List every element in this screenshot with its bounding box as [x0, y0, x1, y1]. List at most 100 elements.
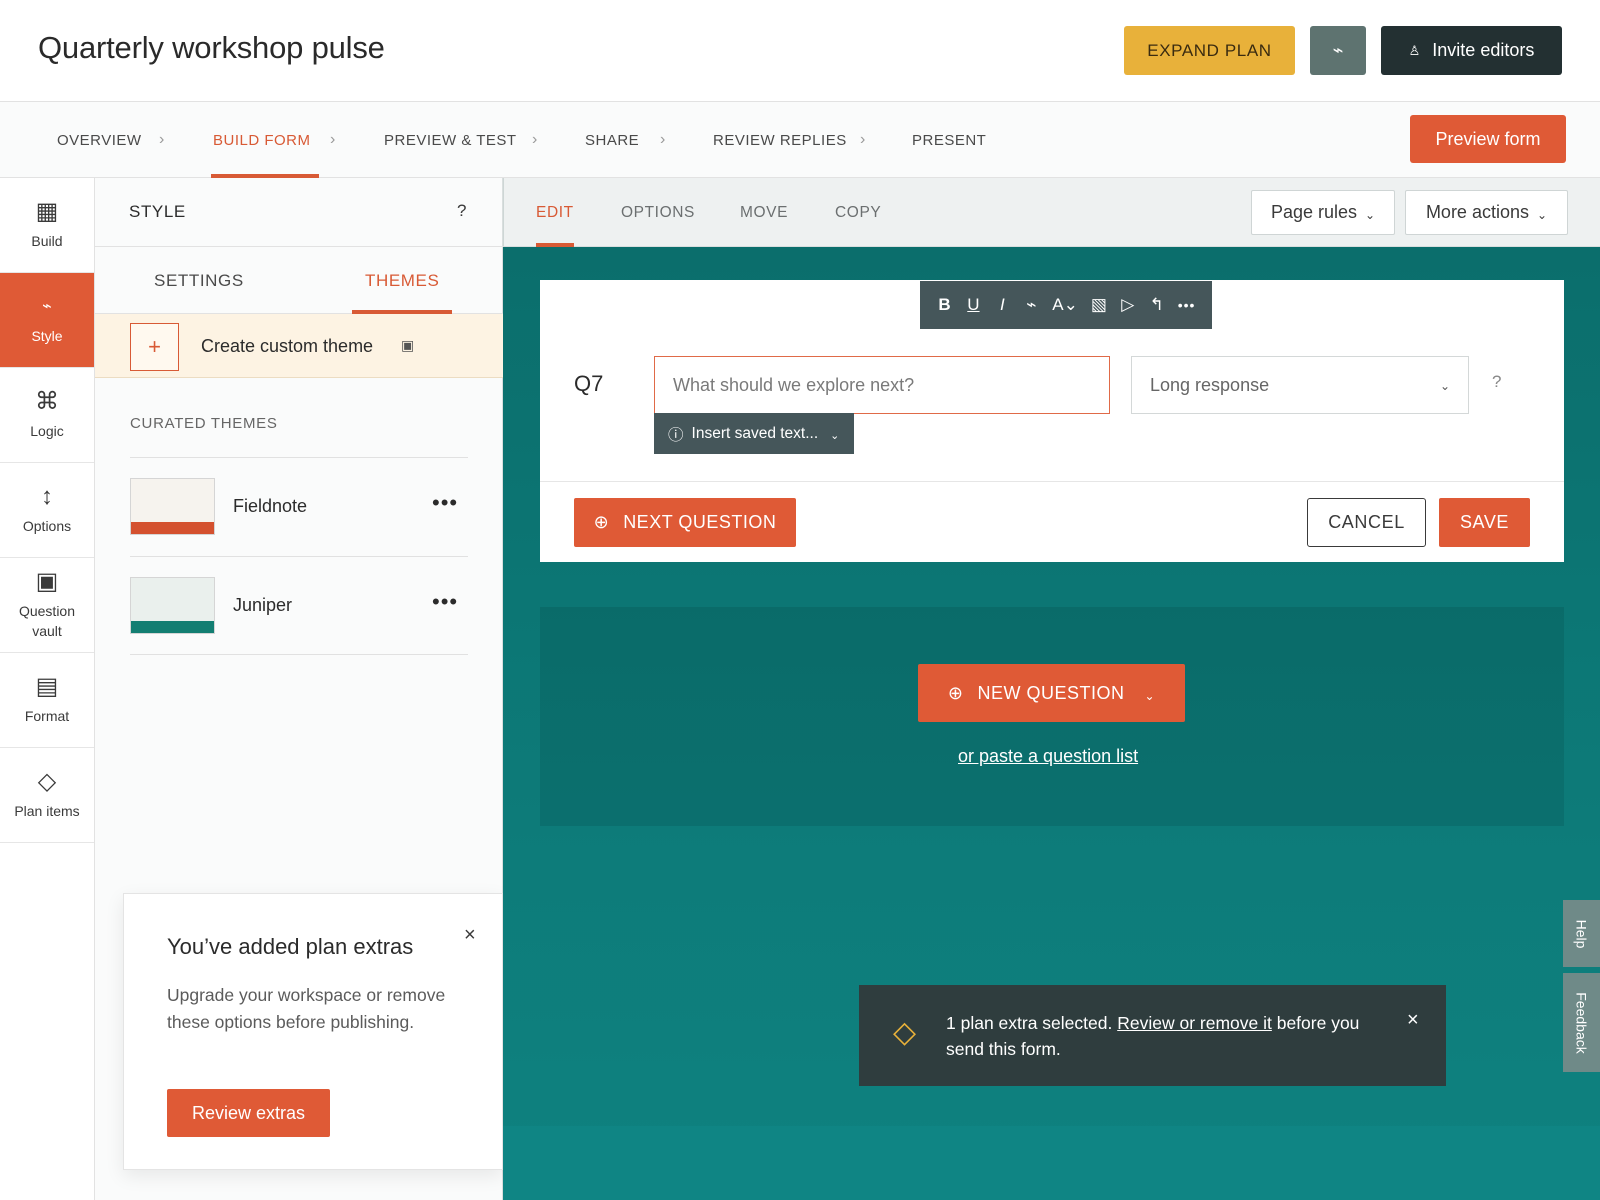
plus-circle-icon: ⊕ [593, 512, 610, 532]
diamond-icon: ◇ [893, 1016, 917, 1049]
font-size-icon[interactable]: A⌄ [1052, 295, 1078, 315]
more-options-icon[interactable]: ••• [432, 589, 458, 615]
tab-move[interactable]: MOVE [740, 178, 788, 247]
rail-item-question-vault[interactable]: ▣ Question vault [0, 558, 94, 653]
expand-plan-button[interactable]: EXPAND PLAN [1124, 26, 1295, 75]
review-extras-button[interactable]: Review extras [167, 1089, 330, 1137]
theme-row-juniper[interactable]: Juniper ••• [130, 556, 468, 655]
review-remove-link[interactable]: Review or remove it [1117, 1013, 1272, 1033]
invite-editors-button[interactable]: ♙ Invite editors [1381, 26, 1562, 75]
insert-saved-text-button[interactable]: ⓘ Insert saved text... ⌄ [654, 413, 854, 454]
create-custom-theme[interactable]: + Create custom theme ▣ [95, 314, 503, 378]
vault-icon: ▣ [35, 568, 59, 595]
panel-tabs: SETTINGS THEMES [95, 247, 503, 314]
step-preview-test[interactable]: PREVIEW & TEST [384, 102, 517, 178]
theme-name: Fieldnote [233, 496, 308, 516]
undo-icon[interactable]: ↰ [1149, 295, 1165, 315]
chevron-right-icon: › [860, 131, 866, 148]
feedback-side-tab[interactable]: Feedback [1563, 973, 1600, 1072]
question-number: Q7 [574, 371, 604, 396]
tab-options[interactable]: OPTIONS [621, 178, 695, 247]
chevron-down-icon: ⌄ [1439, 379, 1450, 393]
image-icon[interactable]: ▧ [1091, 295, 1107, 315]
feedback-side-tab-label: Feedback [1573, 991, 1590, 1054]
panel-title: STYLE [129, 202, 186, 221]
tab-themes[interactable]: THEMES [351, 247, 453, 314]
close-icon[interactable]: × [1407, 1009, 1419, 1032]
rail-item-options[interactable]: ↕ Options [0, 463, 94, 558]
video-icon[interactable]: ▷ [1120, 295, 1136, 315]
step-present[interactable]: PRESENT [912, 102, 986, 178]
editor-tabs: EDIT OPTIONS MOVE COPY Page rules ⌄ More… [503, 178, 1600, 247]
bold-icon[interactable]: B [936, 295, 952, 315]
plan-extras-title: You’ve added plan extras [167, 934, 414, 959]
tab-edit[interactable]: EDIT [536, 178, 574, 247]
step-share[interactable]: SHARE [585, 102, 639, 178]
help-icon[interactable]: ? [1492, 372, 1501, 392]
premium-badge-icon: ▣ [401, 337, 415, 353]
rail-item-label: Logic [30, 423, 64, 439]
form-title[interactable]: Quarterly workshop pulse [38, 30, 385, 66]
rail-item-label: Question vault [18, 603, 76, 639]
left-rail: ▦ Build ⌁ Style ⌘ Logic ↕ Options ▣ Ques… [0, 178, 95, 1200]
plan-extras-card: You’ve added plan extras × Upgrade your … [123, 893, 503, 1170]
rail-item-label: Plan items [14, 803, 80, 819]
step-overview[interactable]: OVERVIEW [57, 102, 142, 178]
rail-item-format[interactable]: ▤ Format [0, 653, 94, 748]
more-actions-dropdown[interactable]: More actions ⌄ [1405, 190, 1568, 235]
theme-row-fieldnote[interactable]: Fieldnote ••• [130, 457, 468, 556]
rail-item-label: Build [31, 233, 63, 249]
panel-header: STYLE ? [95, 178, 503, 247]
step-review-replies[interactable]: REVIEW REPLIES [713, 102, 847, 178]
toast-text-before: 1 plan extra selected. [946, 1013, 1118, 1033]
toast-message: 1 plan extra selected. Review or remove … [946, 1010, 1376, 1062]
help-icon[interactable]: ? [457, 201, 466, 221]
question-text-input[interactable] [654, 356, 1110, 414]
user-icon: ♙ [1408, 42, 1421, 58]
plus-icon[interactable]: + [130, 323, 179, 371]
more-options-icon[interactable]: ••• [1178, 297, 1196, 313]
page-rules-label: Page rules [1270, 202, 1357, 222]
curated-themes-heading: CURATED THEMES [130, 415, 278, 432]
help-side-tab[interactable]: Help [1563, 900, 1600, 967]
quick-action-button[interactable]: ⌁ [1310, 26, 1366, 75]
rail-item-style[interactable]: ⌁ Style [0, 273, 94, 368]
chevron-right-icon: › [330, 131, 336, 148]
style-icon: ⌁ [42, 298, 52, 315]
step-navigation: OVERVIEW › BUILD FORM › PREVIEW & TEST ›… [0, 102, 1600, 178]
more-options-icon[interactable]: ••• [432, 490, 458, 516]
help-side-tab-label: Help [1573, 919, 1590, 948]
rail-item-label: Style [31, 328, 63, 344]
new-question-button[interactable]: ⊕ NEW QUESTION ⌄ [918, 664, 1185, 722]
rail-item-plan-items[interactable]: ◇ Plan items [0, 748, 94, 843]
create-custom-theme-label: Create custom theme [201, 336, 374, 356]
link-icon[interactable]: ⌁ [1023, 295, 1039, 315]
question-type-label: Long response [1150, 374, 1270, 395]
logic-icon: ⌘ [35, 388, 59, 415]
italic-icon[interactable]: I [994, 295, 1010, 315]
insert-saved-text-label: Insert saved text... [691, 424, 819, 442]
plan-extra-toast: ◇ 1 plan extra selected. Review or remov… [859, 985, 1446, 1086]
bolt-icon: ⌁ [1332, 40, 1344, 60]
info-icon: ⓘ [668, 426, 684, 444]
tab-settings[interactable]: SETTINGS [154, 247, 244, 314]
preview-form-button[interactable]: Preview form [1410, 115, 1566, 163]
plus-circle-icon: ⊕ [947, 682, 964, 703]
more-actions-label: More actions [1425, 202, 1529, 222]
rail-item-logic[interactable]: ⌘ Logic [0, 368, 94, 463]
question-type-select[interactable]: Long response ⌄ [1131, 356, 1469, 414]
step-build-form[interactable]: BUILD FORM [211, 102, 318, 178]
page-rules-dropdown[interactable]: Page rules ⌄ [1251, 190, 1395, 235]
rail-item-build[interactable]: ▦ Build [0, 178, 94, 273]
rail-item-label: Options [22, 518, 72, 534]
underline-icon[interactable]: U [965, 295, 981, 315]
paste-question-list-link[interactable]: or paste a question list [958, 746, 1138, 767]
close-icon[interactable]: × [464, 924, 476, 947]
tab-copy[interactable]: COPY [835, 178, 881, 247]
save-button[interactable]: SAVE [1439, 498, 1530, 547]
next-question-label: NEXT QUESTION [623, 512, 777, 532]
chevron-down-icon: ⌄ [1536, 208, 1548, 222]
next-question-button[interactable]: ⊕ NEXT QUESTION [574, 498, 796, 547]
theme-swatch [130, 577, 215, 634]
cancel-button[interactable]: CANCEL [1307, 498, 1426, 547]
